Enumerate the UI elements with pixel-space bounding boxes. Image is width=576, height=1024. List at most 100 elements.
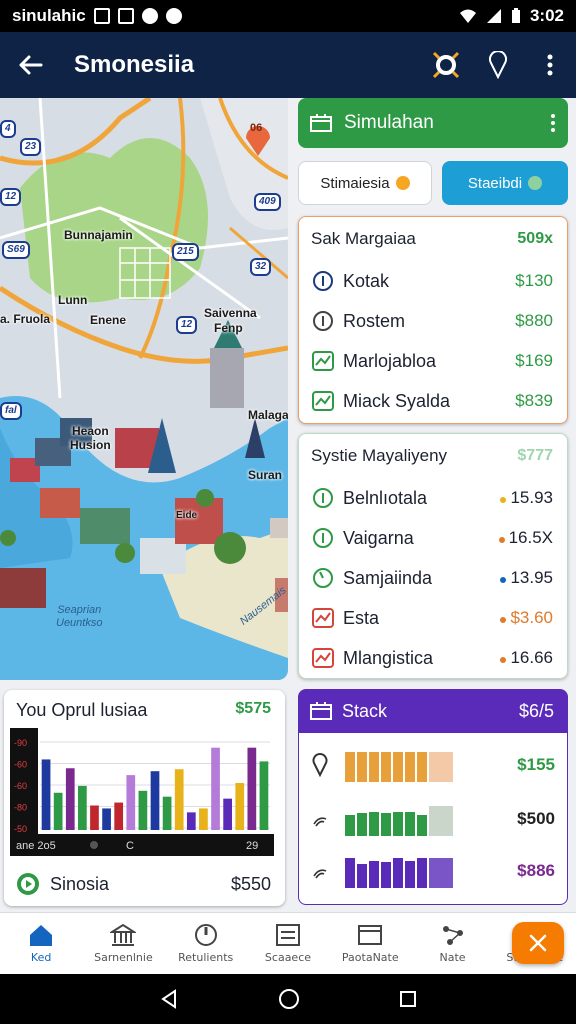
dashboard-icon	[310, 702, 332, 720]
map-route-shield: S69	[2, 241, 30, 259]
card-header: Sak Margaiaa 509x	[299, 217, 567, 261]
card-value: $777	[517, 447, 553, 464]
stack-bar	[369, 812, 379, 836]
map-label-saivenna: Saivenna	[204, 306, 257, 320]
stack-bar	[357, 752, 367, 782]
city-map[interactable]: Bunnajamin Lunn a. Fruola Enene Saivenna…	[0, 98, 288, 680]
chart-footer-value: $550	[230, 873, 271, 894]
chart-bar	[199, 808, 208, 830]
battery-icon	[511, 8, 520, 23]
map-label-fruola: a. Fruola	[0, 312, 51, 326]
margaiaa-card: Sak Margaiaa 509x Kotak $130 Rostem $880…	[298, 216, 568, 424]
map-graphic	[0, 98, 288, 680]
row-value-wrap: 13.95	[500, 568, 553, 588]
info-circle-icon	[311, 486, 335, 510]
map-label-water: Seaprian Ueuntkso	[56, 604, 102, 630]
orange-badge-icon	[395, 176, 410, 190]
sync-notification-icon	[141, 8, 158, 24]
stack-bar	[381, 752, 391, 782]
chart-bar	[126, 775, 136, 830]
map-label-lunn: Lunn	[58, 293, 88, 307]
stack-bar	[417, 858, 427, 888]
stack-row[interactable]: $886	[299, 851, 569, 891]
list-item[interactable]: Belnlıotala 15.93	[299, 478, 567, 518]
map-label-heaon: Heaon	[72, 424, 109, 438]
stack-bar	[393, 752, 403, 782]
map-route-shield: 409	[254, 193, 281, 211]
nav-item-scaaece[interactable]: Scaaece	[247, 913, 329, 974]
more-vert-icon[interactable]	[550, 113, 556, 133]
chart-card-footer[interactable]: Sinosia $550	[16, 872, 271, 896]
target-button[interactable]	[420, 32, 472, 98]
system-recents-icon[interactable]	[399, 990, 417, 1008]
row-value: 13.95	[510, 568, 553, 587]
list-item[interactable]: Kotak $130	[299, 261, 567, 301]
list-item[interactable]: Samjaiinda 13.95	[299, 558, 567, 598]
play-badge-icon	[17, 873, 39, 895]
nav-label: Scaaece	[264, 951, 312, 964]
system-back-icon[interactable]	[159, 989, 179, 1009]
list-icon	[275, 924, 300, 946]
system-home-icon[interactable]	[278, 988, 300, 1010]
row-label: Vaigarna	[343, 527, 414, 548]
app-bar: Smonesiia	[0, 32, 576, 98]
stack-row[interactable]: $155	[299, 745, 569, 785]
y-tick-label: -80	[14, 803, 27, 813]
chart-bar	[162, 796, 172, 830]
list-item[interactable]: Marlojabloa $169	[299, 341, 567, 381]
info-circle-icon	[311, 309, 335, 333]
nav-item-paotanate[interactable]: PaotaNate	[329, 913, 411, 974]
back-button[interactable]	[0, 32, 60, 98]
location-button[interactable]	[472, 32, 524, 98]
stack-bar	[369, 752, 379, 782]
nav-item-nate[interactable]: Nate	[411, 913, 493, 974]
card-value: 509x	[517, 230, 553, 247]
status-dot-icon	[500, 617, 507, 623]
list-item[interactable]: Vaigarna 16.5X	[299, 518, 567, 558]
nav-item-ked[interactable]: Ked	[0, 913, 82, 974]
status-time: 3:02	[529, 6, 564, 25]
map-route-shield: 215	[172, 243, 199, 261]
signal-icon	[313, 817, 327, 827]
row-label: Samjaiinda	[343, 567, 433, 588]
chart-bar	[223, 798, 232, 830]
bottom-nav: Ked Sarnenlnie Retulients Scaaece PaotaN…	[0, 912, 576, 974]
stack-bar	[369, 861, 379, 888]
staeibdi-button[interactable]: Staeibdi	[442, 161, 568, 205]
wifi-icon	[459, 9, 476, 23]
stack-row[interactable]: $500	[299, 799, 569, 839]
simulation-header[interactable]: Simulahan	[298, 98, 568, 148]
chart-bar	[138, 790, 148, 830]
location-pin-icon	[312, 753, 328, 777]
nav-item-retulients[interactable]: Retulients	[165, 913, 247, 974]
chart-bar	[114, 802, 124, 830]
stack-bar	[393, 858, 403, 888]
close-fab-button[interactable]	[512, 922, 564, 964]
dashboard-icon	[310, 114, 332, 132]
list-item[interactable]: Esta $3.60	[299, 598, 567, 638]
mayaliyeny-card: Systie Mayaliyeny $777 Belnlıotala 15.93…	[298, 433, 568, 679]
list-item[interactable]: Rostem $880	[299, 301, 567, 341]
row-value-wrap: 16.5X	[498, 528, 553, 548]
stack-bar	[393, 812, 403, 836]
arrow-left-icon	[19, 55, 43, 75]
chart-badge-icon	[311, 349, 335, 373]
more-menu-button[interactable]	[524, 32, 576, 98]
chart-bar	[150, 771, 160, 830]
list-item[interactable]: Mlangistica 16.66	[299, 638, 567, 678]
status-bar: sinulahic 3:02	[0, 0, 576, 32]
map-pin-label: 06	[250, 122, 263, 134]
stack-title: Stack	[342, 700, 388, 721]
nav-label: Nate	[439, 951, 466, 964]
stimaiesia-button[interactable]: Stimaiesia	[298, 161, 432, 205]
map-route-shield: 23	[20, 138, 42, 156]
chart-bar	[174, 769, 184, 830]
stack-header[interactable]: Stack $6/5	[298, 689, 568, 733]
cell-signal-icon	[486, 9, 501, 23]
list-item[interactable]: Miack Syalda $839	[299, 381, 567, 421]
map-label-malaga: Malaga	[248, 408, 288, 422]
chart-bar	[78, 785, 87, 830]
nav-item-sarnenlnie[interactable]: Sarnenlnie	[82, 913, 164, 974]
row-value: $839	[515, 391, 553, 410]
home-icon	[30, 925, 53, 946]
